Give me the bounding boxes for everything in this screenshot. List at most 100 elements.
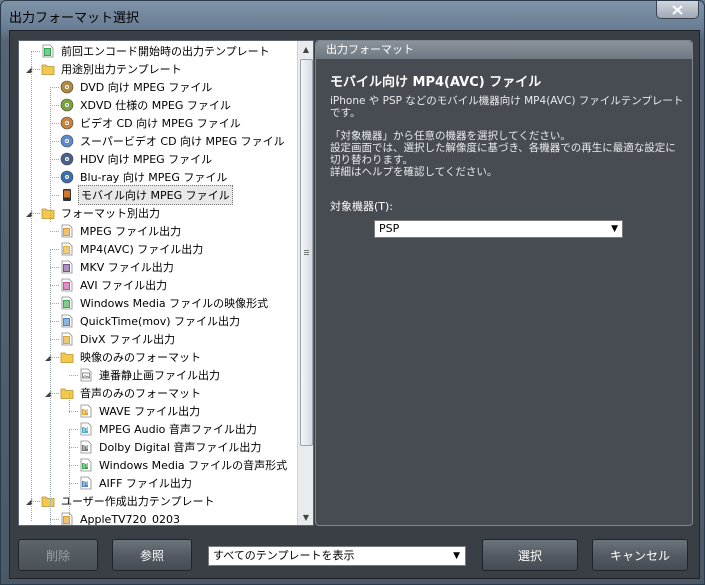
tree-connector — [50, 177, 59, 178]
scroll-thumb[interactable] — [300, 59, 313, 446]
tree-connector — [50, 141, 59, 142]
tree-item-label: MPEG ファイル出力 — [80, 225, 182, 238]
tree-item[interactable]: AIFF ファイル出力 — [79, 474, 194, 492]
tree-connector — [69, 375, 78, 376]
folder-icon — [60, 350, 74, 364]
tree-item[interactable]: DVD 向け MPEG ファイル — [60, 78, 214, 96]
folder-icon — [41, 494, 55, 508]
tree-item[interactable]: 用途別出力テンプレート — [41, 60, 184, 78]
browse-button[interactable]: 参照 — [112, 539, 192, 571]
tree-scrollbar[interactable]: ▲ ▼ — [297, 41, 313, 525]
window-title: 出力フォーマット選択 — [9, 11, 140, 26]
tree-item[interactable]: XDVD 仕様の MPEG ファイル — [60, 96, 233, 114]
dialog-client: 前回エンコード開始時の出力テンプレート 用途別出力テンプレート ◢ DVD 向け MP… — [9, 30, 700, 579]
tree-item-label: HDV 向け MPEG ファイル — [80, 153, 213, 166]
tree-item[interactable]: スーパービデオ CD 向け MPEG ファイル — [60, 132, 287, 150]
disc-icon — [60, 80, 74, 94]
scroll-up-arrow-icon[interactable]: ▲ — [298, 41, 313, 57]
close-icon — [672, 4, 683, 15]
tree-item[interactable]: モバイル向け MPEG ファイル — [60, 185, 233, 205]
tree-item-label: ユーザー作成出力テンプレート — [61, 495, 215, 508]
tree-item[interactable]: QuickTime(mov) ファイル出力 — [60, 312, 242, 330]
template-filter-select[interactable]: すべてのテンプレートを表示 ▼ — [208, 546, 466, 566]
cancel-button[interactable]: キャンセル — [592, 539, 688, 571]
scroll-down-arrow-icon[interactable]: ▼ — [298, 509, 313, 525]
tree-item[interactable]: Windows Media ファイルの音声形式 — [79, 456, 289, 474]
template-filter-value: すべてのテンプレートを表示 — [213, 549, 355, 562]
tree-item[interactable]: 前回エンコード開始時の出力テンプレート — [41, 42, 272, 60]
mobile-icon — [60, 188, 74, 202]
tree-item[interactable]: HDV 向け MPEG ファイル — [60, 150, 214, 168]
device-label: 対象機器(T): — [330, 200, 394, 213]
disc-icon — [60, 152, 74, 166]
delete-button[interactable]: 削除 — [18, 539, 98, 571]
tree-guide-line — [50, 249, 51, 525]
tree-item[interactable]: ビデオ CD 向け MPEG ファイル — [60, 114, 243, 132]
format-description: iPhone や PSP などのモバイル機器向け MP4(AVC) ファイルテン… — [330, 95, 686, 178]
tree-connector — [50, 285, 59, 286]
tree-item[interactable]: 映像のみのフォーマット — [60, 348, 203, 366]
tree-item[interactable]: AppleTV720_0203 — [60, 510, 182, 526]
tree-item-label: MPEG Audio 音声ファイル出力 — [99, 423, 257, 436]
tree-item-label: Windows Media ファイルの音声形式 — [99, 459, 288, 472]
format-title: モバイル向け MP4(AVC) ファイル — [330, 75, 542, 90]
file-icon — [60, 296, 74, 310]
dropdown-arrow-icon: ▼ — [611, 224, 618, 234]
tree-connector — [50, 267, 59, 268]
tree-connector — [50, 195, 59, 196]
audio-file-icon — [79, 422, 93, 436]
tree-item[interactable]: MKV ファイル出力 — [60, 258, 176, 276]
tree-connector — [50, 123, 59, 124]
tree-item[interactable]: DivX ファイル出力 — [60, 330, 177, 348]
tree-item-label: AIFF ファイル出力 — [99, 477, 192, 490]
tree-item[interactable]: Dolby Digital 音声ファイル出力 — [79, 438, 263, 456]
audio-file-icon — [79, 458, 93, 472]
tree-item-label: XDVD 仕様の MPEG ファイル — [80, 99, 231, 112]
tree-item-label: 用途別出力テンプレート — [61, 63, 182, 76]
tree-item[interactable]: フォーマット別出力 — [41, 204, 162, 222]
tree-item[interactable]: 連番静止画ファイル出力 — [79, 366, 222, 384]
tree-item[interactable]: MPEG Audio 音声ファイル出力 — [79, 420, 259, 438]
tree-item[interactable]: AVI ファイル出力 — [60, 276, 169, 294]
tree-item[interactable]: MPEG ファイル出力 — [60, 222, 183, 240]
tree-guide-line — [31, 51, 32, 521]
audio-file-icon — [79, 476, 93, 490]
tree-item-label: AVI ファイル出力 — [80, 279, 168, 292]
device-select[interactable]: PSP ▼ — [374, 220, 623, 238]
tree-item-label: フォーマット別出力 — [61, 207, 160, 220]
tree-connector — [31, 51, 40, 52]
tree-item[interactable]: WAVE ファイル出力 — [79, 402, 202, 420]
disc-icon — [60, 170, 74, 184]
tree-item[interactable]: Blu-ray 向け MPEG ファイル — [60, 168, 229, 186]
close-button[interactable] — [656, 1, 699, 19]
folder-icon — [60, 386, 74, 400]
tree-item-label: Windows Media ファイルの映像形式 — [80, 297, 269, 310]
tree-item[interactable]: MP4(AVC) ファイル出力 — [60, 240, 205, 258]
tree-connector — [69, 429, 78, 430]
device-select-value: PSP — [379, 222, 400, 235]
tree-item-label: AppleTV720_0203 — [80, 512, 181, 526]
tree-item[interactable]: Windows Media ファイルの映像形式 — [60, 294, 270, 312]
tree-item-label: ビデオ CD 向け MPEG ファイル — [80, 117, 241, 130]
tree-item-label: Blu-ray 向け MPEG ファイル — [80, 171, 228, 184]
tree-connector — [50, 303, 59, 304]
disc-icon — [60, 98, 74, 112]
title-bar[interactable]: 出力フォーマット選択 — [1, 1, 704, 29]
select-button[interactable]: 選択 — [482, 539, 578, 571]
tree-guide-line — [69, 393, 70, 413]
tree-connector — [50, 321, 59, 322]
format-description-line: 「対象機器」から任意の機器を選択してください。 — [330, 130, 571, 142]
format-detail-panel: 出力フォーマット モバイル向け MP4(AVC) ファイル iPhone や P… — [315, 40, 693, 526]
file-icon — [60, 512, 74, 525]
dialog-window: 出力フォーマット選択 前回エンコード開始時の出力テンプレート用途別出力テンプレー… — [0, 0, 705, 585]
tree-guide-line — [50, 87, 51, 222]
tree-item-label: モバイル向け MPEG ファイル — [78, 185, 233, 205]
format-description-line: iPhone や PSP などのモバイル機器向け MP4(AVC) ファイルテン… — [330, 95, 684, 119]
tree-item-label: DivX ファイル出力 — [80, 333, 176, 346]
tree-item[interactable]: 音声のみのフォーマット — [60, 384, 203, 402]
tree-item[interactable]: ユーザー作成出力テンプレート — [41, 492, 216, 510]
image-file-icon — [79, 368, 93, 382]
folder-icon — [41, 206, 55, 220]
template-doc-icon — [41, 44, 55, 58]
tree-item-label: 映像のみのフォーマット — [80, 351, 201, 364]
